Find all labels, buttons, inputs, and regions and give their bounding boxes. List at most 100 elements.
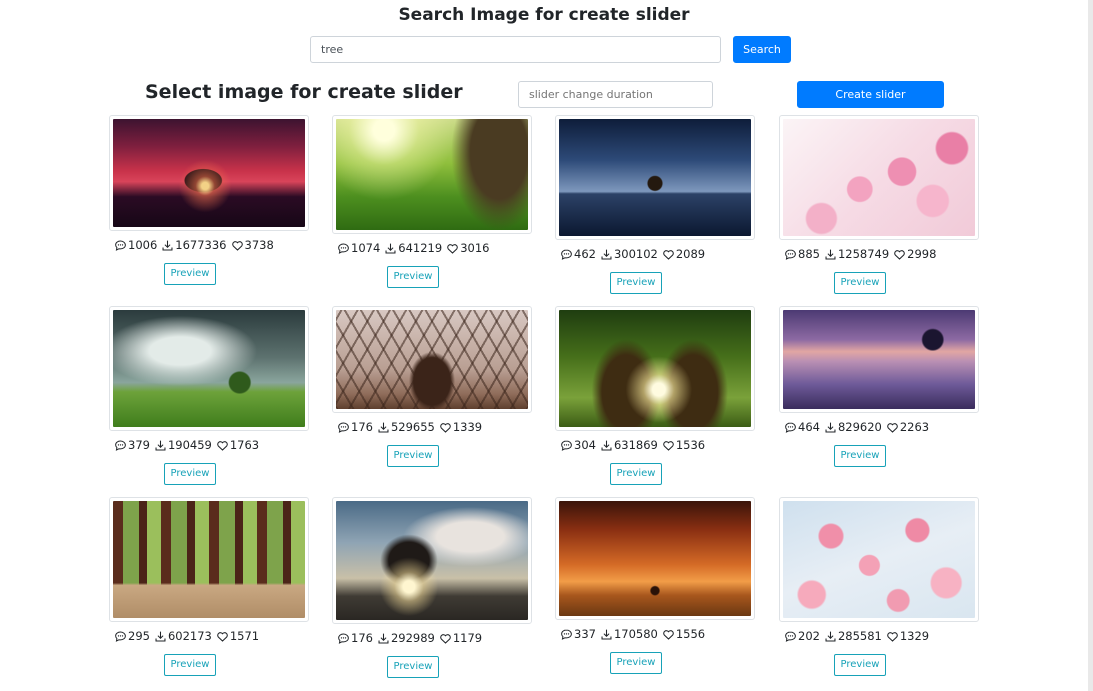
image-card: 295 602173 1571 Preview <box>109 497 309 687</box>
image-stats: 379 190459 1763 <box>114 437 309 453</box>
image-stats: 337 170580 1556 <box>560 626 755 642</box>
heart-icon <box>663 249 674 260</box>
scrollbar-track[interactable] <box>1088 0 1093 691</box>
image-stats: 1074 641219 3016 <box>337 240 532 256</box>
heart-icon <box>887 422 898 433</box>
image-stats: 295 602173 1571 <box>114 628 309 644</box>
sunset-tree-image <box>113 119 305 227</box>
cherry-blossom-image <box>783 119 975 236</box>
likes-count: 2263 <box>899 420 930 434</box>
downloads-count: 1258749 <box>837 247 890 261</box>
comments-count: 1006 <box>128 238 158 252</box>
image-thumbnail[interactable] <box>332 115 532 234</box>
create-slider-button[interactable]: Create slider <box>797 81 944 108</box>
downloads-count: 829620 <box>837 420 882 434</box>
downloads-count: 529655 <box>390 420 435 434</box>
preview-button[interactable]: Preview <box>387 266 439 288</box>
image-thumbnail[interactable] <box>109 497 309 622</box>
comments-count: 464 <box>798 420 820 434</box>
image-thumbnail[interactable] <box>109 306 309 431</box>
download-icon <box>601 249 612 259</box>
downloads-count: 641219 <box>398 241 443 255</box>
likes-count: 1329 <box>899 629 930 643</box>
image-card: 885 1258749 2998 Preview <box>779 115 979 305</box>
comments-count: 202 <box>798 629 820 643</box>
preview-button[interactable]: Preview <box>610 652 662 674</box>
heart-icon <box>663 629 674 640</box>
comment-icon <box>338 243 349 254</box>
image-card: 304 631869 1536 Preview <box>555 306 755 496</box>
preview-button[interactable]: Preview <box>164 263 216 285</box>
download-icon <box>601 629 612 639</box>
download-icon <box>825 631 836 641</box>
preview-button[interactable]: Preview <box>164 463 216 485</box>
heart-icon <box>447 243 458 254</box>
comments-count: 176 <box>351 420 373 434</box>
preview-button[interactable]: Preview <box>834 272 886 294</box>
likes-count: 1179 <box>452 631 483 645</box>
image-thumbnail[interactable] <box>555 497 755 620</box>
image-thumbnail[interactable] <box>332 497 532 624</box>
preview-button[interactable]: Preview <box>834 445 886 467</box>
slider-duration-input[interactable] <box>518 81 713 108</box>
likes-count: 1536 <box>675 438 706 452</box>
page-title: Search Image for create slider <box>398 5 690 25</box>
preview-button[interactable]: Preview <box>387 656 439 678</box>
purple-lake-tree-image <box>783 310 975 409</box>
downloads-count: 170580 <box>613 627 658 641</box>
comment-icon <box>561 629 572 640</box>
blossom-sky-image <box>783 501 975 618</box>
image-card: 379 190459 1763 Preview <box>109 306 309 496</box>
preview-button[interactable]: Preview <box>387 445 439 467</box>
preview-button[interactable]: Preview <box>834 654 886 676</box>
comments-count: 1074 <box>351 241 381 255</box>
comments-count: 885 <box>798 247 820 261</box>
heart-icon <box>217 631 228 642</box>
downloads-count: 1677336 <box>175 238 227 252</box>
comment-icon <box>561 249 572 260</box>
comment-icon <box>115 440 126 451</box>
image-thumbnail[interactable] <box>555 115 755 240</box>
forest-sun-trees-image <box>559 310 751 427</box>
comment-icon <box>785 249 796 260</box>
image-stats: 885 1258749 2998 <box>784 246 979 262</box>
heart-icon <box>663 440 674 451</box>
download-icon <box>378 422 389 432</box>
heart-icon <box>894 249 905 260</box>
image-stats: 202 285581 1329 <box>784 628 979 644</box>
image-card: 202 285581 1329 Preview <box>779 497 979 687</box>
image-thumbnail[interactable] <box>555 306 755 431</box>
image-stats: 304 631869 1536 <box>560 437 755 453</box>
section-title: Select image for create slider <box>145 81 463 103</box>
downloads-count: 602173 <box>167 629 212 643</box>
preview-button[interactable]: Preview <box>610 272 662 294</box>
search-button[interactable]: Search <box>733 36 791 63</box>
image-stats: 464 829620 2263 <box>784 419 979 435</box>
likes-count: 1339 <box>452 420 483 434</box>
heart-icon <box>440 633 451 644</box>
likes-count: 2089 <box>675 247 706 261</box>
comments-count: 379 <box>128 438 150 452</box>
likes-count: 1556 <box>675 627 706 641</box>
downloads-count: 300102 <box>613 247 658 261</box>
image-thumbnail[interactable] <box>779 497 979 622</box>
big-tree-branches-image <box>336 310 528 409</box>
comments-count: 176 <box>351 631 373 645</box>
downloads-count: 190459 <box>167 438 212 452</box>
search-input[interactable] <box>310 36 721 63</box>
preview-button[interactable]: Preview <box>164 654 216 676</box>
downloads-count: 285581 <box>837 629 882 643</box>
preview-button[interactable]: Preview <box>610 463 662 485</box>
image-thumbnail[interactable] <box>779 306 979 413</box>
comment-icon <box>115 240 126 251</box>
forest-path-image <box>113 501 305 618</box>
heart-icon <box>440 422 451 433</box>
image-thumbnail[interactable] <box>109 115 309 231</box>
likes-count: 2998 <box>907 247 937 261</box>
download-icon <box>385 243 396 253</box>
download-icon <box>378 633 389 643</box>
image-thumbnail[interactable] <box>779 115 979 240</box>
image-thumbnail[interactable] <box>332 306 532 413</box>
heart-icon <box>887 631 898 642</box>
download-icon <box>162 240 173 250</box>
